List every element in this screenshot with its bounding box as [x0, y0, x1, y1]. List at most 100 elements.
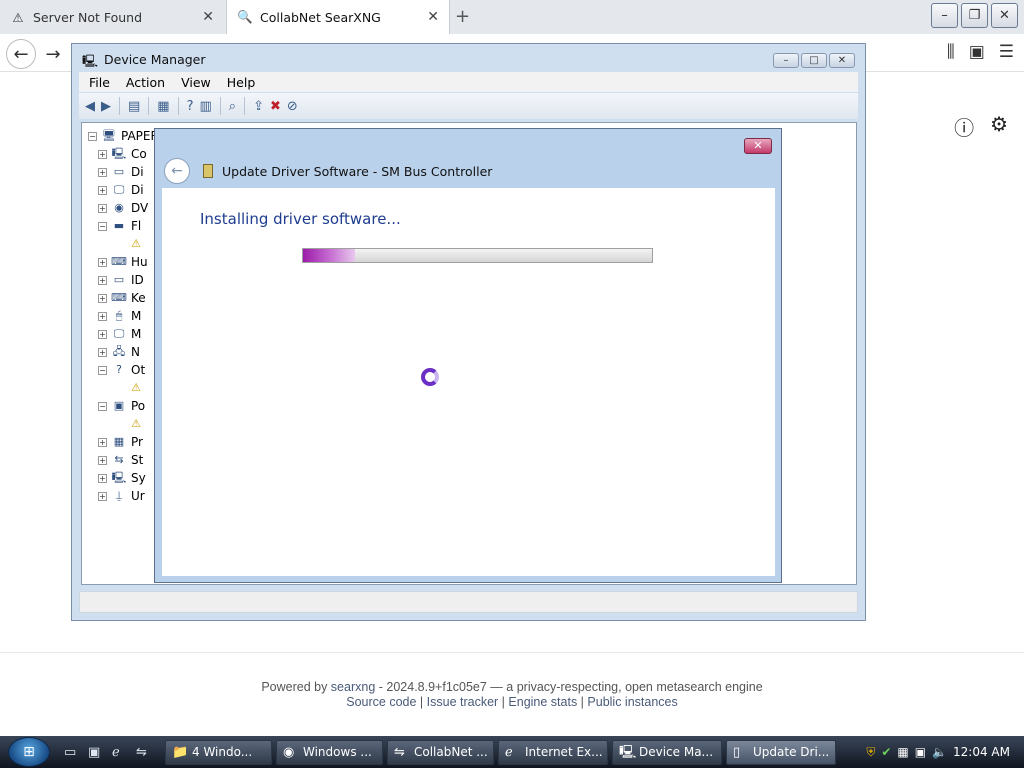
issue-tracker-link[interactable]: Issue tracker	[427, 695, 499, 709]
searxng-link[interactable]: searxng	[331, 680, 375, 694]
tree-item[interactable]: − ▣ Po	[98, 399, 145, 413]
taskbar-item[interactable]: ⇋ CollabNet ...	[387, 740, 494, 765]
minimize-button[interactable]: –	[773, 53, 799, 68]
tab-collabnet-searxng[interactable]: 🔍 CollabNet SearXNG ✕	[226, 0, 450, 34]
keyboard-icon: ⌨	[111, 291, 127, 304]
close-button[interactable]: ✕	[744, 138, 772, 154]
tree-item[interactable]: + ◉ DV	[98, 201, 148, 215]
expand-icon[interactable]: +	[98, 185, 107, 195]
collapse-icon[interactable]: −	[98, 401, 107, 411]
taskbar-item[interactable]: ◉ Windows ...	[276, 740, 383, 765]
expand-icon[interactable]: +	[98, 347, 107, 357]
tree-item[interactable]: + ⌨ Ke	[98, 291, 146, 305]
tree-item[interactable]: + 🖧 N	[98, 345, 140, 359]
menu-action[interactable]: Action	[126, 75, 165, 90]
tree-item[interactable]: + 🖳 Co	[98, 147, 147, 161]
tree-item[interactable]: + ▦ Pr	[98, 435, 143, 449]
internet-explorer-icon[interactable]: ℯ	[112, 745, 120, 760]
display-icon[interactable]: ▣	[915, 745, 926, 759]
tree-child-warning[interactable]: ⚠	[128, 417, 144, 431]
computer-icon: 🖥	[102, 129, 116, 142]
tree-item[interactable]: + 🖵 Di	[98, 183, 144, 197]
switch-windows-icon[interactable]: ▣	[88, 745, 100, 760]
public-instances-link[interactable]: Public instances	[587, 695, 677, 709]
scan-hardware-icon[interactable]: ⌕	[229, 99, 236, 114]
tree-item[interactable]: −? Ot	[98, 363, 145, 377]
back-icon[interactable]: ◀	[85, 99, 95, 114]
maximize-button[interactable]: ❐	[961, 3, 988, 28]
help-icon[interactable]: ?	[187, 99, 194, 114]
expand-icon[interactable]: +	[98, 275, 107, 285]
expand-icon[interactable]: +	[98, 329, 107, 339]
clock[interactable]: 12:04 AM	[953, 745, 1010, 759]
taskbar-item[interactable]: 🖳 Device Ma...	[612, 740, 722, 765]
forward-button[interactable]: →	[38, 39, 68, 69]
volume-icon[interactable]: 🔈	[932, 745, 947, 759]
console-tree-icon[interactable]: ▤	[128, 99, 140, 114]
tree-item[interactable]: + ▭ ID	[98, 273, 144, 287]
menu-icon[interactable]: ☰	[999, 42, 1014, 62]
expand-icon[interactable]: +	[98, 293, 107, 303]
tree-item[interactable]: + 🖵 M	[98, 327, 141, 341]
tree-item[interactable]: − ▬ Fl	[98, 219, 141, 233]
expand-icon[interactable]: +	[98, 491, 107, 501]
security-shield-icon[interactable]: ⛨	[866, 745, 875, 760]
back-button[interactable]: ←	[164, 158, 190, 184]
tree-item[interactable]: + ⍊ Ur	[98, 489, 145, 503]
taskbar-item[interactable]: ℯ Internet Ex...	[498, 740, 608, 765]
source-code-link[interactable]: Source code	[346, 695, 416, 709]
windows-media-icon: ◉	[283, 745, 295, 760]
library-icon[interactable]: ⫼	[947, 42, 955, 62]
collapse-icon[interactable]: −	[98, 221, 107, 231]
menu-help[interactable]: Help	[227, 75, 256, 90]
taskbar-item[interactable]: 📁 4 Windo...	[165, 740, 272, 765]
view-icon[interactable]: ▥	[200, 99, 212, 114]
expand-icon[interactable]: +	[98, 149, 107, 159]
expand-icon[interactable]: +	[98, 455, 107, 465]
new-tab-button[interactable]: +	[455, 6, 470, 27]
show-desktop-icon[interactable]: ▭	[64, 745, 76, 760]
expand-icon[interactable]: +	[98, 311, 107, 321]
tree-item[interactable]: + ⇆ St	[98, 453, 143, 467]
taskbar-item[interactable]: ▯ Update Dri...	[726, 740, 836, 765]
tree-item-label: Fl	[131, 219, 142, 233]
engine-stats-link[interactable]: Engine stats	[508, 695, 577, 709]
uninstall-icon[interactable]: ✖	[270, 99, 281, 114]
tree-root[interactable]: − 🖥 PAPER	[88, 129, 159, 143]
tree-item[interactable]: + 🖱 M	[98, 309, 141, 323]
update-driver-icon[interactable]: ⇪	[253, 99, 264, 114]
menu-file[interactable]: File	[89, 75, 110, 90]
minimize-button[interactable]: –	[931, 3, 958, 28]
network-quicklaunch-icon[interactable]: ⇋	[136, 745, 147, 760]
close-button[interactable]: ✕	[829, 53, 855, 68]
expand-icon[interactable]: +	[98, 257, 107, 267]
tree-item[interactable]: + ⌨ Hu	[98, 255, 148, 269]
expand-icon[interactable]: +	[98, 473, 107, 483]
menu-view[interactable]: View	[181, 75, 211, 90]
close-button[interactable]: ✕	[991, 3, 1018, 28]
close-icon[interactable]: ✕	[202, 9, 214, 25]
network-status-icon[interactable]: ▦	[897, 745, 908, 759]
close-icon[interactable]: ✕	[427, 9, 439, 25]
tree-child-warning[interactable]: ⚠	[128, 381, 144, 395]
forward-icon[interactable]: ▶	[101, 99, 111, 114]
tree-child-warning[interactable]: ⚠	[128, 237, 144, 251]
properties-icon[interactable]: ▦	[157, 99, 169, 114]
collapse-icon[interactable]: −	[98, 365, 107, 375]
checkmark-icon[interactable]: ✔	[881, 745, 891, 759]
collapse-icon[interactable]: −	[88, 131, 97, 141]
expand-icon[interactable]: +	[98, 167, 107, 177]
back-button[interactable]: ←	[6, 39, 36, 69]
maximize-button[interactable]: □	[801, 53, 827, 68]
info-icon[interactable]: ⓘ	[954, 112, 974, 141]
start-button[interactable]: ⊞	[8, 737, 50, 767]
sidebar-icon[interactable]: ▣	[969, 42, 985, 62]
device-icon	[203, 164, 213, 178]
expand-icon[interactable]: +	[98, 437, 107, 447]
gear-icon[interactable]: ⚙	[990, 112, 1008, 141]
tree-item[interactable]: + ▭ Di	[98, 165, 144, 179]
tab-server-not-found[interactable]: ⚠ Server Not Found ✕	[0, 0, 224, 34]
expand-icon[interactable]: +	[98, 203, 107, 213]
tree-item[interactable]: + 🖳 Sy	[98, 471, 146, 485]
disable-icon[interactable]: ⊘	[287, 99, 298, 114]
